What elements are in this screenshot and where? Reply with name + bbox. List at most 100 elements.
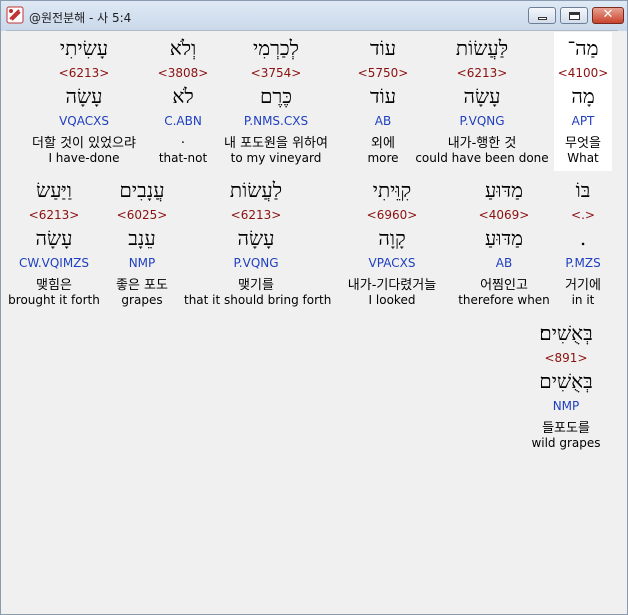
word-cell[interactable]: לַעֲשׂוֹת <6213> עָשָׂה P.VQNG 맺기를 that …: [184, 174, 332, 313]
hebrew-lemma: .: [579, 226, 587, 250]
parsing-code: AB: [495, 256, 513, 270]
hebrew-lemma: מַדּוּעַ: [485, 226, 523, 250]
english-gloss: that it should bring forth: [184, 293, 332, 307]
english-gloss: I looked: [368, 293, 416, 307]
strong-number[interactable]: <4100>: [554, 66, 612, 80]
word-cell[interactable]: עוֹד <5750> עוֹד AB 외에 more: [353, 32, 413, 171]
parsing-code: C.ABN: [164, 114, 202, 128]
hebrew-word: עָשִׂיתִי: [59, 36, 109, 60]
word-cell[interactable]: מַה־ <4100> מָה APT 무엇을 What: [554, 32, 612, 171]
hebrew-lemma: עָשָׂה: [463, 84, 501, 108]
close-button[interactable]: ✕: [592, 7, 624, 24]
parsing-code: P.VQNG: [233, 256, 279, 270]
hebrew-lemma: בְּאֻשִׁים: [539, 369, 593, 393]
hebrew-lemma: עֵנָב: [128, 226, 156, 250]
hebrew-word: קִוֵּיתִי: [372, 178, 412, 202]
hebrew-lemma: עָשָׂה: [237, 226, 275, 250]
word-cell[interactable]: לַּעֲשׂוֹת <6213> עָשָׂה P.VQNG 내가-행한 것 …: [412, 32, 552, 171]
english-gloss: I have-done: [48, 151, 120, 165]
strong-number[interactable]: <6213>: [8, 208, 100, 222]
strong-number[interactable]: <3808>: [151, 66, 215, 80]
word-cell[interactable]: מַדּוּעַ <4069> מַדּוּעַ AB 어찜인고 therefo…: [454, 174, 554, 313]
hebrew-lemma: עָשָׂה: [65, 84, 103, 108]
strong-number[interactable]: <.>: [554, 208, 612, 222]
word-cell[interactable]: קִוֵּיתִי <6960> קָוָה VPACXS 내가-기다렸거늘 I…: [334, 174, 450, 313]
hebrew-word: מַדּוּעַ: [485, 178, 523, 202]
parsing-code: CW.VQIMZS: [18, 256, 90, 270]
hebrew-word: מַה־: [567, 36, 599, 60]
korean-gloss: 무엇을: [565, 136, 601, 151]
parsing-code: P.NMS.CXS: [243, 114, 309, 128]
hebrew-lemma: לֹא: [172, 84, 194, 108]
title-bar[interactable]: @원전분해 - 사 5:4 ✕: [1, 1, 627, 31]
english-gloss: What: [567, 151, 599, 165]
korean-gloss: 거기에: [565, 278, 601, 293]
korean-gloss: 들포도를: [542, 421, 590, 436]
english-gloss: more: [367, 151, 399, 165]
parsing-code: NMP: [552, 399, 580, 413]
hebrew-lemma: מָה: [571, 84, 595, 108]
word-cell[interactable]: עֲנָבִים <6025> עֵנָב NMP 좋은 포도 grapes: [106, 174, 178, 313]
hebrew-word: בּוֹ: [575, 178, 591, 202]
korean-gloss: .: [180, 132, 186, 147]
hebrew-lemma: עָשָׂה: [35, 226, 73, 250]
strong-number[interactable]: <6025>: [106, 208, 178, 222]
word-cell[interactable]: וַיַּעַשׂ <6213> עָשָׂה CW.VQIMZS 맺힘은 br…: [8, 174, 100, 313]
korean-gloss: 외에: [371, 136, 395, 151]
hebrew-lemma: כֶּרֶם: [259, 84, 293, 108]
korean-gloss: 더할 것이 있었으랴: [32, 136, 136, 151]
hebrew-word: לְכַרְמִי: [252, 36, 300, 60]
korean-gloss: 내가-기다렸거늘: [347, 278, 437, 293]
window-title: @원전분해 - 사 5:4: [29, 11, 132, 25]
strong-number[interactable]: <891>: [516, 351, 616, 365]
korean-gloss: 맺힘은: [36, 278, 72, 293]
parsing-code: VQACXS: [59, 114, 109, 128]
word-cell[interactable]: בְּאֻשִׁים׃ <891> בְּאֻשִׁים NMP 들포도를 wi…: [516, 317, 616, 456]
korean-gloss: 좋은 포도: [116, 278, 168, 293]
korean-gloss: 내가-행한 것: [447, 136, 517, 151]
hebrew-word: לַּעֲשׂוֹת: [455, 36, 509, 60]
parsing-code: P.MZS: [565, 256, 601, 270]
word-cell[interactable]: לְכַרְמִי <3754> כֶּרֶם P.NMS.CXS 내 포도원을…: [206, 32, 346, 171]
maximize-button[interactable]: [560, 7, 588, 24]
english-gloss: brought it forth: [8, 293, 100, 307]
korean-gloss: 어찜인고: [480, 278, 528, 293]
english-gloss: therefore when: [458, 293, 550, 307]
hebrew-word: וְלֹא: [169, 36, 197, 60]
hebrew-word: לַעֲשׂוֹת: [229, 178, 283, 202]
parsing-code: VPACXS: [368, 256, 416, 270]
word-cell[interactable]: עָשִׂיתִי <6213> עָשָׂה VQACXS 더할 것이 있었으…: [16, 32, 152, 171]
parsing-code: NMP: [128, 256, 156, 270]
korean-gloss: 내 포도원을 위하여: [224, 136, 328, 151]
english-gloss: wild grapes: [531, 436, 601, 450]
english-gloss: grapes: [121, 293, 163, 307]
word-cell[interactable]: בּוֹ <.> . P.MZS 거기에 in it: [554, 174, 612, 313]
app-window: @원전분해 - 사 5:4 ✕ מַה־ <4100> מָה APT 무엇을 …: [0, 0, 628, 615]
strong-number[interactable]: <5750>: [353, 66, 413, 80]
parsing-code: APT: [571, 114, 595, 128]
parsing-code: P.VQNG: [459, 114, 505, 128]
english-gloss: in it: [571, 293, 595, 307]
hebrew-word: עֲנָבִים: [119, 178, 165, 202]
app-icon: [6, 6, 24, 24]
english-gloss: could have been done: [415, 151, 549, 165]
strong-number[interactable]: <6960>: [334, 208, 450, 222]
close-icon: ✕: [602, 7, 614, 22]
korean-gloss: 맺기를: [238, 278, 274, 293]
strong-number[interactable]: <3754>: [206, 66, 346, 80]
hebrew-word: עוֹד: [369, 36, 397, 60]
strong-number[interactable]: <6213>: [16, 66, 152, 80]
english-gloss: that-not: [158, 151, 208, 165]
word-cell[interactable]: וְלֹא <3808> לֹא C.ABN . that-not: [151, 32, 215, 171]
strong-number[interactable]: <6213>: [184, 208, 328, 222]
english-gloss: to my vineyard: [230, 151, 322, 165]
minimize-button[interactable]: [528, 7, 556, 24]
hebrew-word: בְּאֻשִׁים׃: [539, 321, 593, 345]
interlinear-panel: מַה־ <4100> מָה APT 무엇을 What לַּעֲשׂוֹת …: [6, 30, 618, 611]
strong-number[interactable]: <4069>: [454, 208, 554, 222]
hebrew-lemma: קָוָה: [378, 226, 406, 250]
hebrew-word: וַיַּעַשׂ: [36, 178, 72, 202]
parsing-code: AB: [374, 114, 392, 128]
strong-number[interactable]: <6213>: [412, 66, 552, 80]
hebrew-lemma: עוֹד: [369, 84, 397, 108]
